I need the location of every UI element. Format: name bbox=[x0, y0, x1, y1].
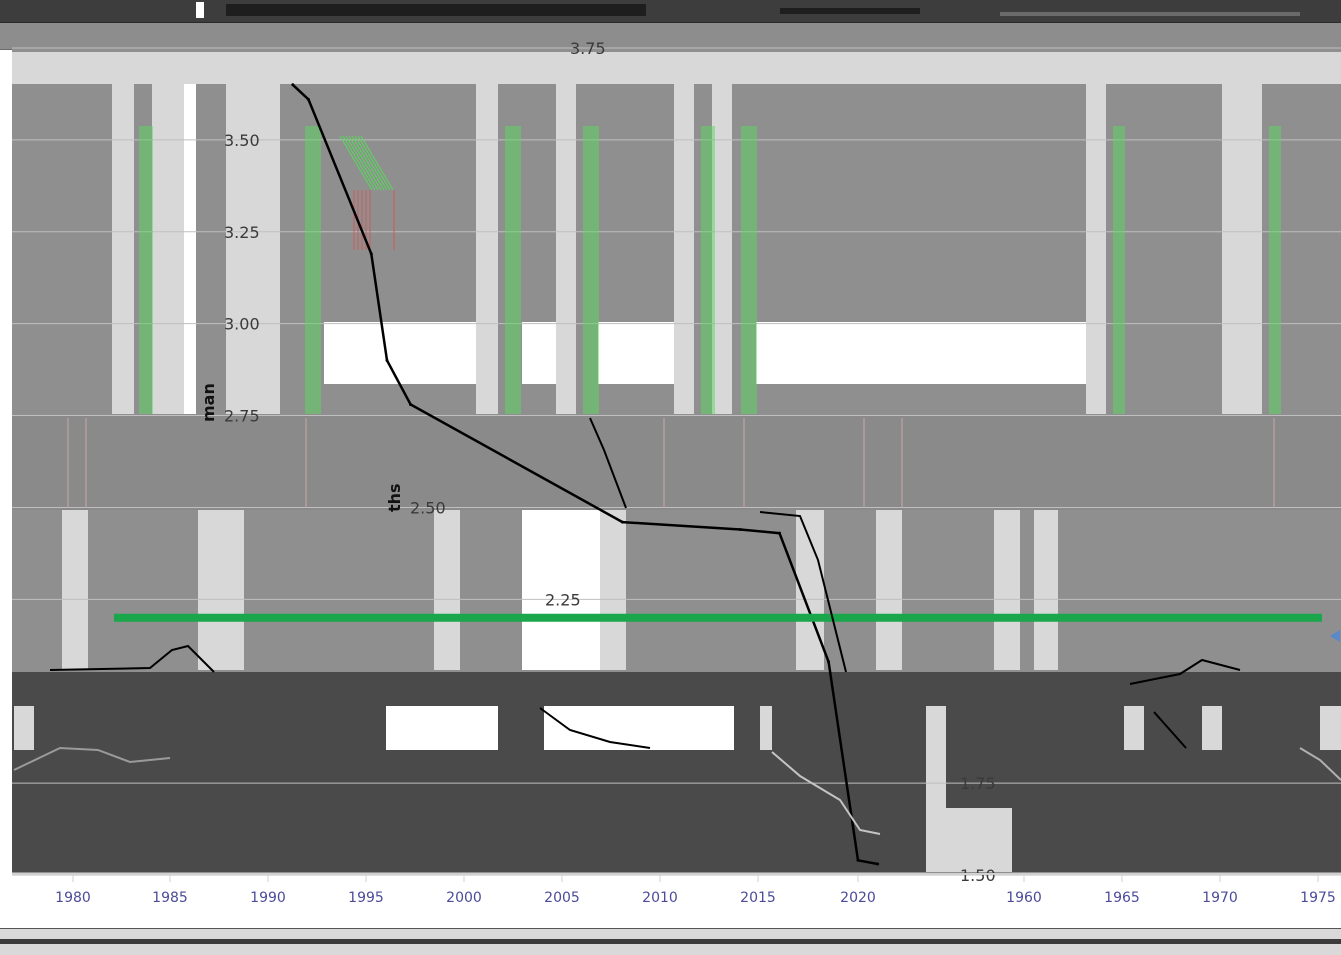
data-point bbox=[307, 97, 310, 101]
band-white bbox=[756, 322, 1086, 384]
band-lower bbox=[1202, 706, 1222, 750]
band-upper bbox=[112, 52, 134, 414]
band-white bbox=[324, 322, 476, 384]
y-tick-label: 2.50 bbox=[410, 498, 446, 517]
y-tick-label: 3.00 bbox=[224, 315, 260, 334]
band-white bbox=[544, 706, 734, 750]
x-tick-label: 1980 bbox=[55, 890, 91, 906]
y-axis-label: ths bbox=[385, 483, 404, 512]
data-point bbox=[621, 520, 624, 524]
band-upper bbox=[556, 52, 576, 414]
x-tick-label: 1990 bbox=[250, 890, 286, 906]
x-tick-label: 1995 bbox=[348, 890, 384, 906]
band-white bbox=[386, 706, 498, 750]
band-white bbox=[598, 322, 674, 384]
data-point bbox=[778, 531, 781, 535]
data-point bbox=[856, 858, 860, 862]
x-tick-label: 2010 bbox=[642, 890, 678, 906]
data-point bbox=[738, 527, 742, 531]
x-tick-label: 2000 bbox=[446, 890, 482, 906]
band-upper bbox=[476, 52, 498, 414]
data-point bbox=[369, 252, 373, 256]
x-tick-label-secondary: 1975 bbox=[1300, 890, 1336, 906]
y-tick-label: 1.50 bbox=[960, 866, 996, 885]
y-axis-label: man bbox=[199, 383, 218, 422]
band-lower bbox=[1034, 510, 1058, 670]
band-upper bbox=[712, 52, 732, 414]
y-tick-label: 3.25 bbox=[224, 223, 260, 242]
band-lower bbox=[760, 706, 772, 750]
band-lower bbox=[946, 808, 1012, 872]
chart-canvas: 3.75 3.50 3.25 3.00 2.75 2.50 2.25 1.75 1.50 man t… bbox=[12, 39, 1341, 906]
y-tick-label: 1.75 bbox=[960, 774, 996, 793]
data-point bbox=[827, 660, 831, 664]
y-tick-label: 2.75 bbox=[224, 407, 260, 426]
band-white bbox=[522, 322, 556, 384]
status-bar bbox=[0, 928, 1341, 955]
x-tick-label: 2020 bbox=[840, 890, 876, 906]
band-upper bbox=[152, 52, 184, 414]
band-lower bbox=[1124, 706, 1144, 750]
x-tick-label-secondary: 1970 bbox=[1202, 890, 1238, 906]
data-point bbox=[291, 83, 295, 87]
band-lower bbox=[62, 510, 88, 670]
band-lower bbox=[926, 706, 946, 872]
band-top bbox=[12, 52, 1341, 84]
y-tick-label: 3.50 bbox=[224, 131, 260, 150]
band-lower bbox=[876, 510, 902, 670]
band-lower bbox=[1320, 706, 1341, 750]
data-point bbox=[409, 403, 413, 407]
band-lower bbox=[434, 510, 460, 670]
data-point bbox=[385, 358, 389, 362]
x-tick-label: 2005 bbox=[544, 890, 580, 906]
y-tick-label: 3.75 bbox=[570, 39, 606, 58]
band-lower bbox=[600, 510, 626, 670]
band-lower bbox=[14, 706, 34, 750]
x-tick-label: 1985 bbox=[152, 890, 188, 906]
y-tick-label: 2.25 bbox=[545, 590, 581, 609]
band-upper bbox=[1222, 52, 1262, 414]
status-bar-stripe bbox=[0, 939, 1341, 944]
panel-lower bbox=[12, 672, 1341, 872]
x-tick-label: 2015 bbox=[740, 890, 776, 906]
data-point bbox=[876, 862, 880, 866]
band-lower bbox=[198, 510, 244, 670]
band-white bbox=[184, 52, 196, 414]
band-upper bbox=[674, 52, 694, 414]
band-lower bbox=[994, 510, 1020, 670]
x-tick-label-secondary: 1965 bbox=[1104, 890, 1140, 906]
panel-middle bbox=[12, 416, 1341, 510]
band-upper bbox=[1086, 52, 1106, 414]
x-tick-label-secondary: 1960 bbox=[1006, 890, 1042, 906]
